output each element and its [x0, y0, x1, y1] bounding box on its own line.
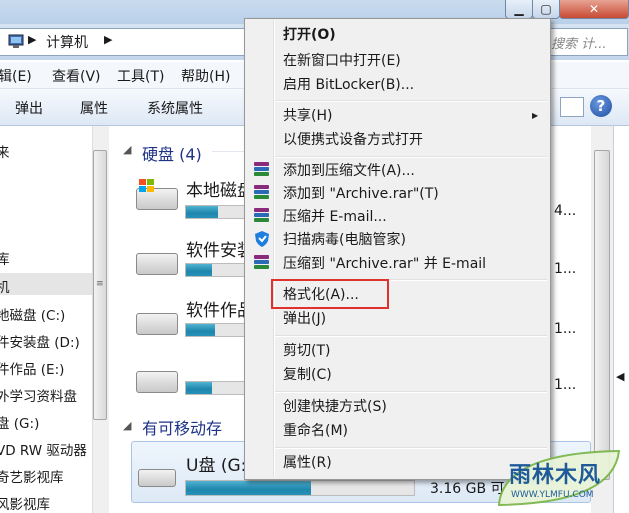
nav-item-drive-d[interactable]: 件安装盘 (D:): [0, 331, 80, 351]
preview-pane-button[interactable]: [560, 97, 584, 117]
menu-item-eject[interactable]: 弹出(J): [283, 310, 326, 328]
menu-item-bitlocker[interactable]: 启用 BitLocker(B)...: [283, 76, 414, 94]
menu-separator: [275, 100, 547, 102]
menu-gutter: [273, 21, 275, 477]
drive-size-text: 4...: [554, 203, 577, 219]
context-menu: 打开(O) 在新窗口中打开(E) 启用 BitLocker(B)... 共享(H…: [244, 18, 551, 480]
windows-drive-icon: [136, 179, 178, 210]
computer-icon: [8, 34, 24, 48]
menu-item-share[interactable]: 共享(H): [283, 107, 332, 125]
nav-item-drive-g[interactable]: 盘 (G:): [0, 412, 39, 432]
chevron-left-icon[interactable]: ◀: [616, 370, 624, 383]
menu-separator: [275, 391, 547, 393]
usb-usage-fill: [186, 481, 312, 495]
menu-item-properties[interactable]: 属性(R): [283, 454, 332, 472]
menu-item-add-archive-rar[interactable]: 添加到 "Archive.rar"(T): [283, 185, 439, 203]
removable-header[interactable]: 有可移动存: [142, 415, 222, 439]
content-scrollbar-thumb[interactable]: [594, 150, 610, 480]
collapse-icon[interactable]: ◢: [123, 419, 131, 432]
system-properties-button[interactable]: 系统属性: [147, 98, 203, 118]
grip-icon: ≡: [96, 279, 104, 289]
nav-item-dvd[interactable]: VD RW 驱动器: [0, 439, 87, 459]
nav-scrollbar-thumb[interactable]: ≡: [93, 150, 107, 420]
pc-manager-shield-icon: [255, 231, 269, 247]
menu-edit[interactable]: 辑(E): [0, 66, 32, 86]
menu-item-scan-virus[interactable]: 扫描病毒(电脑管家): [283, 231, 406, 249]
watermark-title: 雨林木风: [509, 463, 602, 488]
usb-usage-bar: [185, 480, 415, 496]
menu-item-compress-rar-email[interactable]: 压缩到 "Archive.rar" 并 E-mail: [283, 255, 486, 273]
collapse-icon[interactable]: ◢: [123, 143, 131, 156]
maximize-button[interactable]: ▢: [532, 0, 560, 19]
hard-drive-icon: [136, 371, 178, 393]
drive-usage-bar: [185, 205, 245, 219]
winrar-icon: [254, 208, 269, 224]
drive-usage-fill: [186, 324, 215, 336]
menu-view[interactable]: 查看(V): [52, 66, 101, 86]
submenu-arrow-icon: ▶: [532, 111, 539, 120]
menu-item-rename[interactable]: 重命名(M): [283, 422, 348, 440]
drive-size-text: 1...: [554, 377, 577, 393]
menu-separator: [275, 335, 547, 337]
nav-item[interactable]: 库: [0, 248, 10, 268]
menu-item-open[interactable]: 打开(O): [283, 26, 336, 44]
winrar-icon: [254, 162, 269, 178]
winrar-icon: [254, 185, 269, 201]
drive-usage-fill: [186, 206, 218, 218]
watermark-logo: 雨林木风 WWW.YLMFU.COM: [495, 447, 623, 509]
menu-item-create-shortcut[interactable]: 创建快捷方式(S): [283, 398, 387, 416]
close-button[interactable]: ✕: [559, 0, 629, 19]
nav-item[interactable]: 来: [0, 141, 10, 161]
nav-item-computer[interactable]: 机: [0, 276, 10, 296]
nav-item-drive-f[interactable]: 外学习资料盘: [0, 385, 77, 405]
nav-selection-highlight: [0, 273, 92, 295]
minimize-icon: ▁: [514, 2, 524, 16]
menu-item-add-archive[interactable]: 添加到压缩文件(A)...: [283, 162, 415, 180]
hard-disks-header[interactable]: 硬盘 (4): [142, 141, 202, 165]
search-placeholder: 搜索 计...: [551, 37, 607, 52]
menu-item-cut[interactable]: 剪切(T): [283, 342, 330, 360]
drive-usage-fill: [186, 382, 213, 394]
winrar-icon: [254, 255, 269, 271]
menu-separator: [275, 156, 547, 158]
breadcrumb-computer[interactable]: 计算机: [46, 32, 88, 52]
breadcrumb-chevron-icon[interactable]: ▶: [104, 33, 112, 46]
nav-item-drive-e[interactable]: 件作品 (E:): [0, 358, 64, 378]
close-icon: ✕: [588, 2, 600, 16]
drive-usage-fill: [186, 264, 213, 276]
drive-size-text: 1...: [554, 321, 577, 337]
menu-help[interactable]: 帮助(H): [181, 66, 230, 86]
menu-item-open-new-window[interactable]: 在新窗口中打开(E): [283, 52, 401, 70]
format-highlight-box: [271, 279, 389, 309]
drive-usage-bar: [185, 381, 245, 395]
eject-button[interactable]: 弹出: [15, 98, 43, 118]
nav-item-iqiyi[interactable]: 奇艺影视库: [0, 466, 64, 486]
usb-free-text: 3.16 GB 可: [430, 481, 505, 497]
search-input[interactable]: 搜索 计...: [540, 28, 628, 56]
drive-usage-bar: [185, 263, 245, 277]
hard-drive-icon: [136, 253, 178, 275]
windows-logo-icon: [139, 179, 154, 192]
nav-item-drive-c[interactable]: 地磁盘 (C:): [0, 304, 65, 324]
maximize-icon: ▢: [540, 2, 552, 16]
usb-drive-icon: [138, 469, 176, 487]
nav-item-baofeng[interactable]: 风影视库: [0, 493, 50, 513]
menu-item-compress-email[interactable]: 压缩并 E-mail...: [283, 208, 387, 226]
hard-drive-icon: [136, 313, 178, 335]
usb-drive-name[interactable]: U盘 (G:: [186, 451, 246, 476]
menu-item-copy[interactable]: 复制(C): [283, 366, 332, 384]
menu-item-open-portable[interactable]: 以便携式设备方式打开: [283, 131, 423, 149]
menu-tools[interactable]: 工具(T): [117, 66, 164, 86]
watermark-url: WWW.YLMFU.COM: [511, 490, 594, 500]
help-icon[interactable]: ?: [590, 95, 612, 117]
properties-button[interactable]: 属性: [80, 98, 108, 118]
breadcrumb-arrow-icon[interactable]: ▶: [28, 33, 36, 46]
drive-usage-bar: [185, 323, 245, 337]
minimize-button[interactable]: ▁: [505, 0, 533, 19]
drive-size-text: 1...: [554, 261, 577, 277]
